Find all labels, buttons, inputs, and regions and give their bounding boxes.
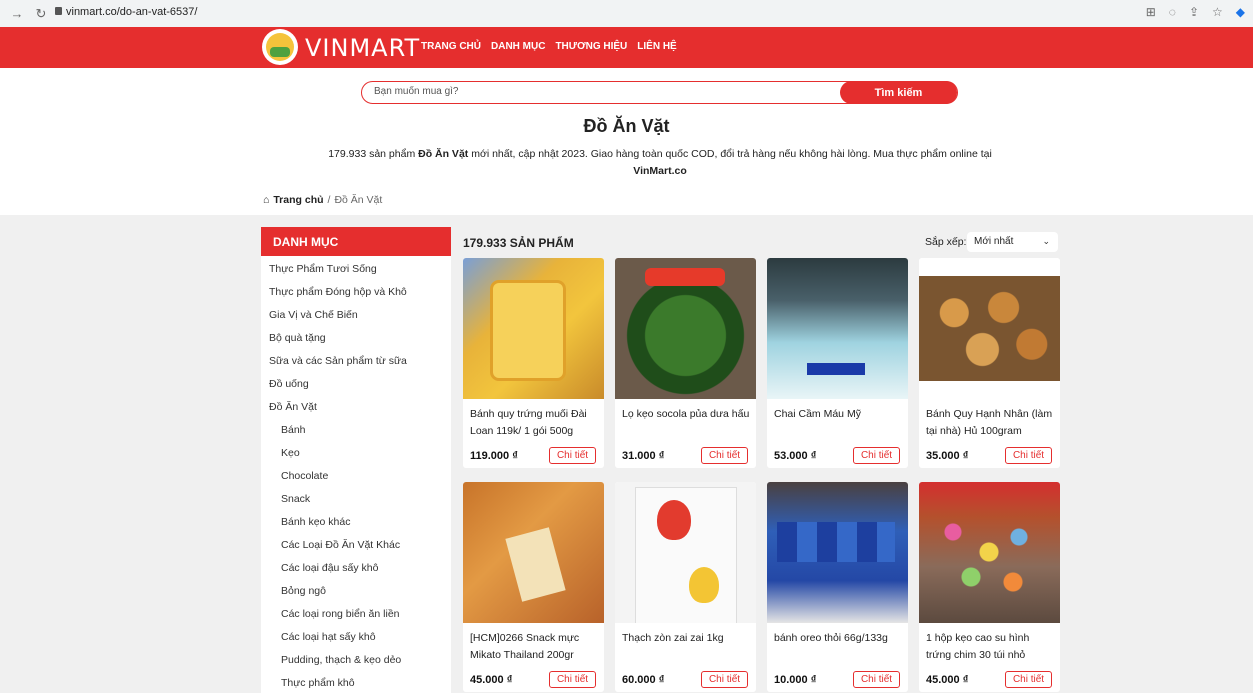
nav-brands[interactable]: THƯƠNG HIỆU xyxy=(555,41,627,52)
product-image[interactable] xyxy=(767,258,908,399)
category-item[interactable]: Thực phẩm Đóng hộp và Khô xyxy=(269,281,451,304)
detail-button[interactable]: Chi tiết xyxy=(701,447,748,464)
product-price: 35.000 ₫ xyxy=(926,450,969,462)
product-card[interactable]: bánh oreo thỏi 66g/133g 10.000 ₫ Chi tiết xyxy=(767,482,908,692)
subcategory-item[interactable]: Chocolate xyxy=(269,465,451,488)
sort-label: Sắp xếp: xyxy=(925,236,967,248)
breadcrumb-home[interactable]: Trang chủ xyxy=(273,194,323,206)
subcategory-item[interactable]: Các loại hạt sấy khô xyxy=(269,626,451,649)
category-sidebar: DANH MỤC Thực Phẩm Tươi Sống Thực phẩm Đó… xyxy=(261,227,451,693)
product-card[interactable]: [HCM]0266 Snack mực Mikato Thailand 200g… xyxy=(463,482,604,692)
detail-button[interactable]: Chi tiết xyxy=(701,671,748,688)
subcategory-item[interactable]: Pudding, thạch & kẹo dẻo xyxy=(269,649,451,672)
detail-button[interactable]: Chi tiết xyxy=(1005,671,1052,688)
reload-icon[interactable]: ↻ xyxy=(30,6,52,22)
product-name[interactable]: Lọ kẹo socola pủa dưa hấu xyxy=(622,406,752,423)
product-image[interactable] xyxy=(767,482,908,623)
product-card[interactable]: 1 hộp kẹo cao su hình trứng chim 30 túi … xyxy=(919,482,1060,692)
browser-toolbar: → ↻ vinmart.co/do-an-vat-6537/ ⊞ ◌ ⇪ ☆ ◆ xyxy=(0,0,1253,27)
product-price: 119.000 ₫ xyxy=(470,450,518,462)
category-item[interactable]: Sữa và các Sản phẩm từ sữa xyxy=(269,350,451,373)
product-image[interactable] xyxy=(919,258,1060,399)
product-price: 45.000 ₫ xyxy=(470,674,513,686)
product-image[interactable] xyxy=(615,258,756,399)
product-image[interactable] xyxy=(615,482,756,623)
detail-button[interactable]: Chi tiết xyxy=(549,447,596,464)
category-item[interactable]: Gia Vị và Chế Biến xyxy=(269,304,451,327)
home-icon[interactable]: ⌂ xyxy=(263,194,269,206)
product-count: 179.933 SẢN PHẨM xyxy=(463,236,574,250)
category-list: Thực Phẩm Tươi Sống Thực phẩm Đóng hộp và… xyxy=(261,256,451,695)
subcategory-item[interactable]: Bánh xyxy=(269,419,451,442)
extension-icon[interactable]: ◆ xyxy=(1236,5,1245,19)
lock-icon xyxy=(55,7,62,15)
site-header: VINMART TRANG CHỦ DANH MỤC THƯƠNG HIỆU L… xyxy=(0,27,1253,68)
search-input[interactable] xyxy=(374,86,834,97)
nav-contact[interactable]: LIÊN HỆ xyxy=(637,41,676,52)
product-name[interactable]: bánh oreo thỏi 66g/133g xyxy=(774,630,904,647)
sort-value: Mới nhất xyxy=(974,236,1014,247)
page-description: 179.933 sản phẩm Đồ Ăn Vặt mới nhất, cập… xyxy=(310,146,1010,180)
desc-category: Đồ Ăn Vặt xyxy=(418,148,469,160)
desc-text: 179.933 sản phẩm xyxy=(328,148,419,160)
product-name[interactable]: Bánh Quy Hạnh Nhân (làm tại nhà) Hủ 100g… xyxy=(926,406,1056,440)
subcategory-item[interactable]: Snack xyxy=(269,488,451,511)
category-item[interactable]: Đồ Ăn Vặt xyxy=(269,396,451,419)
address-bar[interactable]: vinmart.co/do-an-vat-6537/ xyxy=(66,6,197,18)
desc-site: VinMart.co xyxy=(633,165,687,177)
main-nav: TRANG CHỦ DANH MỤC THƯƠNG HIỆU LIÊN HỆ xyxy=(421,41,677,52)
breadcrumb-current: Đồ Ăn Vặt xyxy=(334,194,383,206)
product-card[interactable]: Thạch zòn zai zai 1kg 60.000 ₫ Chi tiết xyxy=(615,482,756,692)
breadcrumb-separator: / xyxy=(327,194,331,206)
product-card[interactable]: Chai Cầm Máu Mỹ 53.000 ₫ Chi tiết xyxy=(767,258,908,468)
chevron-down-icon: ⌄ xyxy=(1042,236,1050,246)
subcategory-item[interactable]: Bỏng ngô xyxy=(269,580,451,603)
subcategory-item[interactable]: Các loại đậu sấy khô xyxy=(269,557,451,580)
product-price: 53.000 ₫ xyxy=(774,450,817,462)
sort-select[interactable]: Mới nhất ⌄ xyxy=(967,232,1058,252)
subcategory-item[interactable]: Kẹo xyxy=(269,442,451,465)
install-icon[interactable]: ⊞ xyxy=(1146,5,1156,19)
product-card[interactable]: Lọ kẹo socola pủa dưa hấu 31.000 ₫ Chi tiế… xyxy=(615,258,756,468)
forward-icon[interactable]: → xyxy=(6,6,28,21)
logo-text[interactable]: VINMART xyxy=(305,34,420,62)
logo-icon[interactable] xyxy=(262,29,298,65)
search-button[interactable]: Tìm kiếm xyxy=(840,81,957,104)
share-icon[interactable]: ⇪ xyxy=(1189,5,1199,19)
product-name[interactable]: Chai Cầm Máu Mỹ xyxy=(774,406,904,423)
subcategory-item[interactable]: Các loại rong biển ăn liền xyxy=(269,603,451,626)
nav-home[interactable]: TRANG CHỦ xyxy=(421,41,481,52)
subcategory-item[interactable]: Các Loại Đồ Ăn Vặt Khác xyxy=(269,534,451,557)
subcategory-item[interactable]: Bánh kẹo khác xyxy=(269,511,451,534)
product-price: 10.000 ₫ xyxy=(774,674,817,686)
detail-button[interactable]: Chi tiết xyxy=(549,671,596,688)
page-title: Đồ Ăn Vặt xyxy=(583,116,670,136)
product-image[interactable] xyxy=(463,482,604,623)
product-price: 45.000 ₫ xyxy=(926,674,969,686)
product-image[interactable] xyxy=(919,482,1060,623)
product-card[interactable]: Bánh quy trứng muối Đài Loan 119k/ 1 gói… xyxy=(463,258,604,468)
category-item[interactable]: Bộ quà tặng xyxy=(269,327,451,350)
product-name[interactable]: Thạch zòn zai zai 1kg xyxy=(622,630,752,647)
category-item[interactable]: Thực Phẩm Tươi Sống xyxy=(269,258,451,281)
sidebar-title: DANH MỤC xyxy=(261,227,451,256)
product-card[interactable]: Bánh Quy Hạnh Nhân (làm tại nhà) Hủ 100g… xyxy=(919,258,1060,468)
detail-button[interactable]: Chi tiết xyxy=(1005,447,1052,464)
breadcrumb: ⌂ Trang chủ / Đồ Ăn Vặt xyxy=(263,194,382,206)
search-bar: Tìm kiếm xyxy=(361,81,958,104)
product-image[interactable] xyxy=(463,258,604,399)
product-name[interactable]: Bánh quy trứng muối Đài Loan 119k/ 1 gói… xyxy=(470,406,600,440)
desc-text: mới nhất, cập nhật 2023. Giao hàng toàn … xyxy=(468,148,992,160)
product-price: 60.000 ₫ xyxy=(622,674,665,686)
product-price: 31.000 ₫ xyxy=(622,450,665,462)
product-name[interactable]: [HCM]0266 Snack mực Mikato Thailand 200g… xyxy=(470,630,600,664)
eye-off-icon[interactable]: ◌ xyxy=(1169,5,1176,19)
bookmark-star-icon[interactable]: ☆ xyxy=(1212,5,1223,19)
detail-button[interactable]: Chi tiết xyxy=(853,671,900,688)
category-item[interactable]: Đồ uống xyxy=(269,373,451,396)
nav-categories[interactable]: DANH MỤC xyxy=(491,41,545,52)
product-name[interactable]: 1 hộp kẹo cao su hình trứng chim 30 túi … xyxy=(926,630,1056,664)
subcategory-item[interactable]: Thực phẩm khô xyxy=(269,672,451,695)
detail-button[interactable]: Chi tiết xyxy=(853,447,900,464)
